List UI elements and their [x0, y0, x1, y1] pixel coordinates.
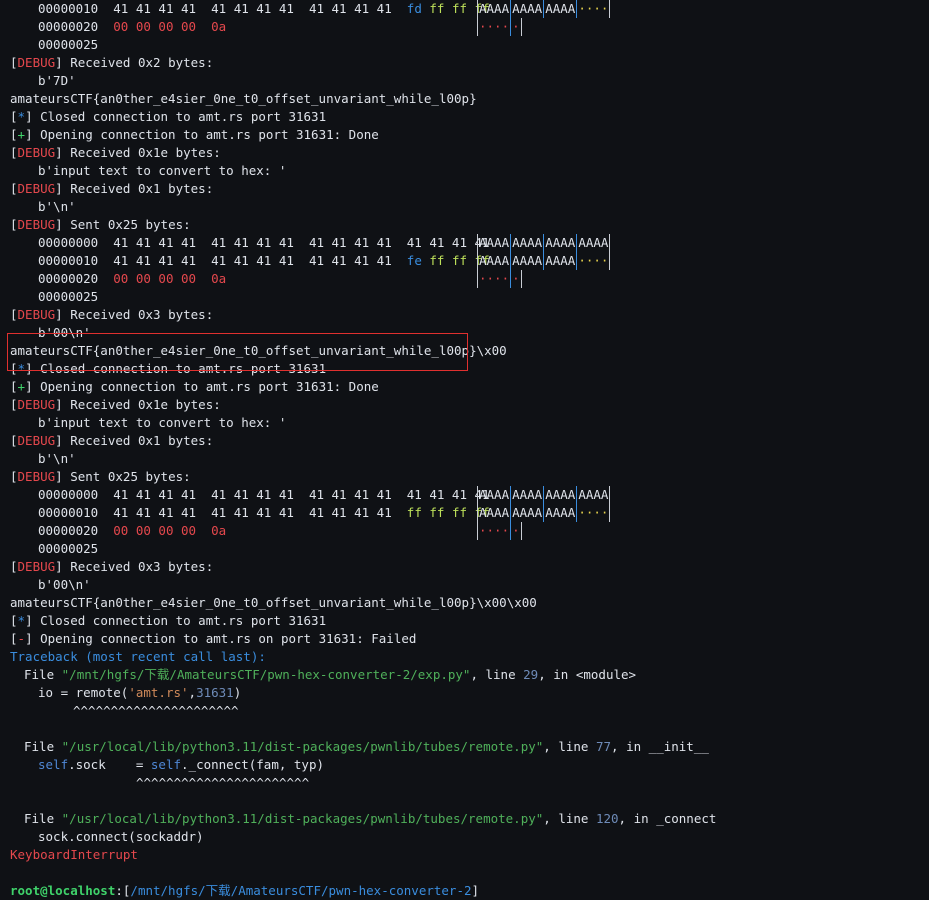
hex-byte: fd — [406, 1, 422, 16]
status-line: [+] Opening connection to amt.rs port 31… — [10, 127, 379, 142]
received-bytes: b'7D' — [38, 73, 76, 88]
hex-offset: 00000020 — [38, 19, 99, 34]
debug-line: [DEBUG] Received 0x1 bytes: — [10, 181, 214, 196]
status-line: [*] Closed connection to amt.rs port 316… — [10, 109, 327, 124]
received-bytes: b'00\n' — [38, 577, 91, 592]
received-bytes: b'\n' — [38, 451, 76, 466]
traceback-file: File "/usr/local/lib/python3.11/dist-pac… — [24, 811, 717, 826]
traceback-carets: ^^^^^^^^^^^^^^^^^^^^^^ — [73, 703, 239, 718]
hex-offset-end: 00000025 — [38, 541, 99, 556]
hexdump-row: 00000010 41 41 41 41 41 41 41 41 41 41 4… — [0, 0, 929, 18]
hex-bytes: 41 41 41 41 41 41 41 41 41 41 41 41 — [113, 1, 392, 16]
received-bytes: b'input text to convert to hex: ' — [38, 163, 287, 178]
flag-output: amateursCTF{an0ther_e4sier_0ne_t0_offset… — [10, 91, 477, 106]
hexdump-row: 00000000 41 41 41 41 41 41 41 41 41 41 4… — [38, 486, 611, 504]
traceback-file: File "/mnt/hgfs/下载/AmateursCTF/pwn-hex-c… — [24, 667, 637, 682]
status-line: [+] Opening connection to amt.rs port 31… — [10, 379, 379, 394]
debug-line: [DEBUG] Received 0x2 bytes: — [10, 55, 214, 70]
traceback-code: sock.connect(sockaddr) — [38, 829, 204, 844]
status-line: [-] Opening connection to amt.rs on port… — [10, 631, 417, 646]
shell-prompt[interactable]: root@localhost:[/mnt/hgfs/下载/AmateursCTF… — [0, 882, 929, 900]
debug-line: [DEBUG] Sent 0x25 bytes: — [10, 217, 191, 232]
received-bytes: b'input text to convert to hex: ' — [38, 415, 287, 430]
hex-ascii: ···· · — [477, 18, 522, 36]
hexdump-row: 00000010 41 41 41 41 41 41 41 41 41 41 4… — [38, 504, 611, 522]
traceback-code: self.sock = self._connect(fam, typ) — [38, 757, 325, 772]
flag-output: amateursCTF{an0ther_e4sier_0ne_t0_offset… — [10, 595, 537, 610]
status-line: [*] Closed connection to amt.rs port 316… — [10, 613, 327, 628]
received-bytes: b'\n' — [38, 199, 76, 214]
debug-line: [DEBUG] Received 0x3 bytes: — [10, 307, 214, 322]
traceback-carets: ^^^^^^^^^^^^^^^^^^^^^^^ — [136, 775, 310, 790]
traceback-header: Traceback (most recent call last): — [10, 649, 266, 664]
hex-ascii: AAAA AAAA AAAA ···· — [477, 0, 611, 18]
debug-line: [DEBUG] Sent 0x25 bytes: — [10, 469, 191, 484]
hex-byte: ff — [451, 1, 468, 16]
debug-line: [DEBUG] Received 0x1e bytes: — [10, 397, 221, 412]
debug-line: [DEBUG] Received 0x1 bytes: — [10, 433, 214, 448]
hexdump-row: 00000000 41 41 41 41 41 41 41 41 41 41 4… — [38, 234, 611, 252]
highlight-box — [7, 333, 468, 371]
hex-offset-end: 00000025 — [38, 289, 99, 304]
hex-byte: ff — [429, 1, 445, 16]
hex-offset: 00000010 — [38, 1, 99, 16]
debug-line: [DEBUG] Received 0x1e bytes: — [10, 145, 221, 160]
hexdump-row: 00000020 00 00 00 00 0a ···· · — [38, 270, 522, 288]
hex-bytes: 00 00 00 00 0a — [113, 19, 227, 34]
terminal-window[interactable]: 00000010 41 41 41 41 41 41 41 41 41 41 4… — [0, 0, 929, 898]
hexdump-row: 00000020 00 00 00 00 0a ···· · — [0, 18, 929, 36]
traceback-code: io = remote('amt.rs',31631) — [38, 685, 242, 700]
hexdump-row: 00000010 41 41 41 41 41 41 41 41 41 41 4… — [38, 252, 611, 270]
keyboard-interrupt: KeyboardInterrupt — [10, 847, 138, 862]
hexdump-row: 00000020 00 00 00 00 0a ···· · — [38, 522, 522, 540]
debug-line: [DEBUG] Received 0x3 bytes: — [10, 559, 214, 574]
traceback-file: File "/usr/local/lib/python3.11/dist-pac… — [24, 739, 709, 754]
hex-offset-end: 00000025 — [38, 37, 99, 52]
